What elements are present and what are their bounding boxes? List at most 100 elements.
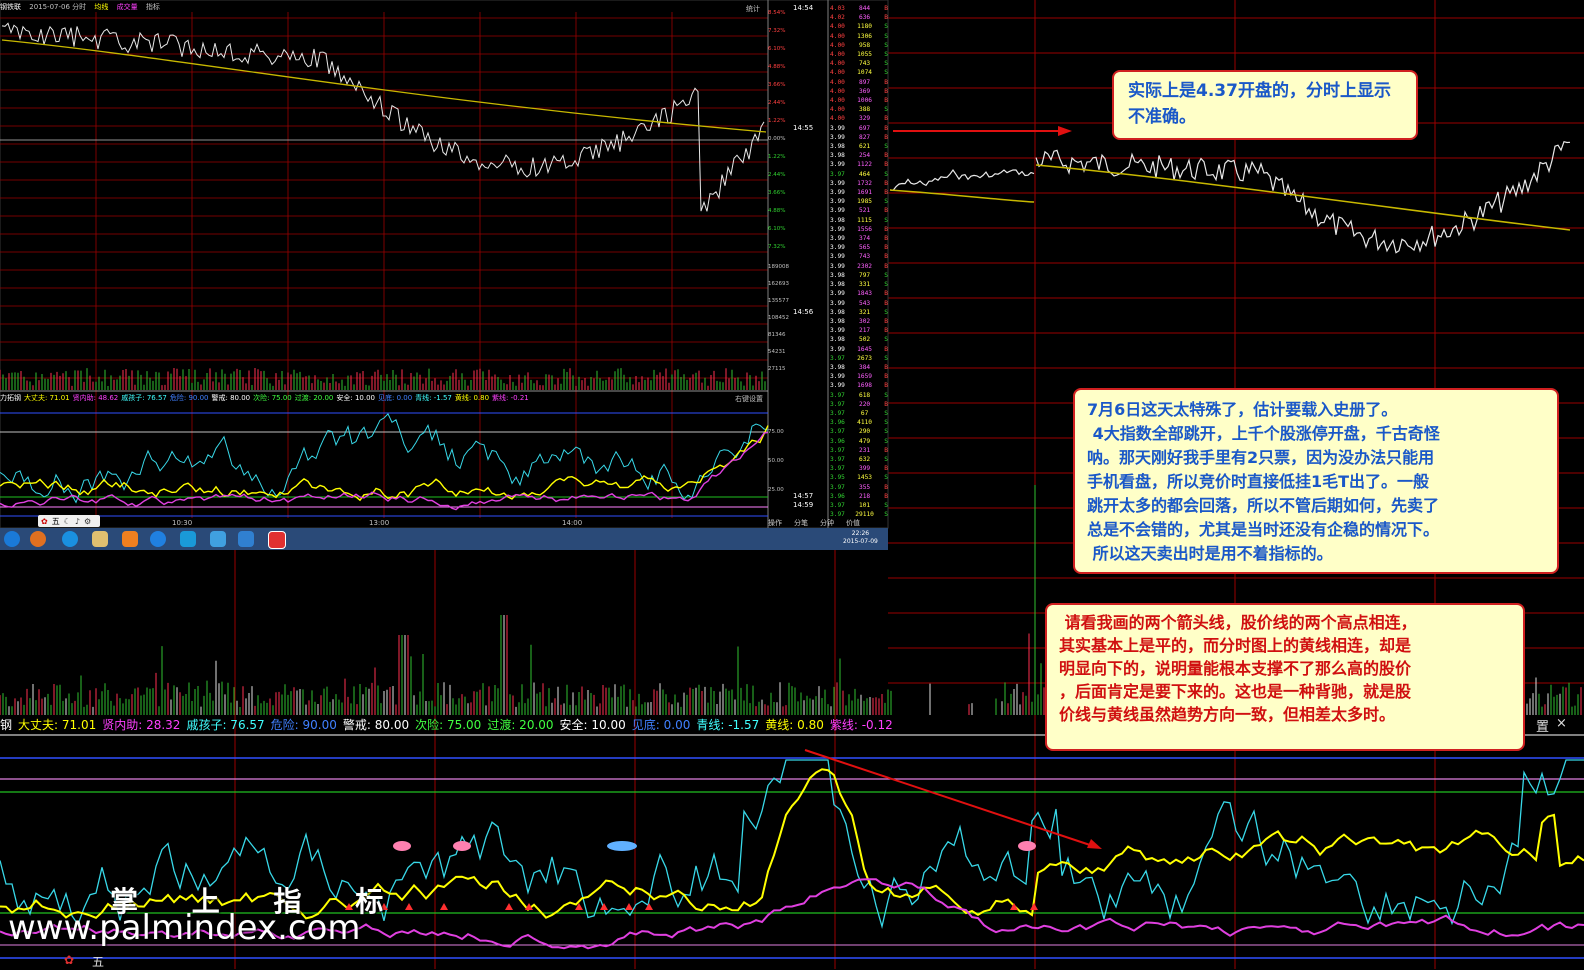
tick-side: B xyxy=(884,290,888,298)
tick-volume: 844 xyxy=(858,5,871,12)
tick-side: B xyxy=(884,115,888,123)
k-app-icon[interactable] xyxy=(62,531,78,547)
tick-volume: 231 xyxy=(858,446,871,454)
tick-row: 3.99 565 B xyxy=(830,243,888,252)
tick-side: S xyxy=(884,455,888,463)
small-stats-label[interactable]: 统计 xyxy=(746,4,760,14)
small-tab-avg[interactable]: 均线 xyxy=(94,3,108,11)
tick-volume: 479 xyxy=(858,437,871,445)
tick-row: 3.98 321 S xyxy=(830,308,888,317)
tick-row: 4.00 1074 S xyxy=(830,68,888,77)
tick-row: 3.99 827 B xyxy=(830,133,888,142)
tick-row: 3.99 1645 B xyxy=(830,345,888,354)
browser-icon[interactable] xyxy=(180,531,196,547)
tab-minute[interactable]: 分钟 xyxy=(820,518,834,528)
small-tab-volume[interactable]: 成交量 xyxy=(117,3,138,11)
small-tab-indicator[interactable]: 指标 xyxy=(146,3,160,11)
main-indicator-item: 大丈夫: 71.01 xyxy=(18,718,97,732)
tick-side: B xyxy=(884,262,888,270)
toolbar-label: 五 xyxy=(51,516,60,526)
tick-side: B xyxy=(884,446,888,454)
tick-volume: 388 xyxy=(858,106,871,114)
signal-blob-icon xyxy=(453,841,471,851)
media-player-icon[interactable] xyxy=(30,531,46,547)
tab-value[interactable]: 价值 xyxy=(846,518,860,528)
small-right-setting[interactable]: 右键设置 xyxy=(735,394,763,404)
tick-row: 3.99 697 B xyxy=(830,124,888,133)
tick-row: 3.98 302 B xyxy=(830,317,888,326)
small-indicator-item: 危险: 90.00 xyxy=(169,394,209,402)
sogou-icon[interactable] xyxy=(150,531,166,547)
volume-tick: 54231 xyxy=(768,349,786,355)
tick-price: 3.98 xyxy=(830,336,845,344)
tick-price: 3.99 xyxy=(830,235,845,243)
tick-volume: 321 xyxy=(858,308,871,316)
tick-row: 3.98 797 S xyxy=(830,271,888,280)
moon-icon[interactable]: ☾ xyxy=(64,517,71,526)
percent-tick: 7.32% xyxy=(768,244,786,250)
tick-side: S xyxy=(884,409,888,417)
mic-icon[interactable]: ♪ xyxy=(75,517,80,526)
gear-icon[interactable]: ⚙ xyxy=(84,517,91,526)
small-window-header: 钢铁联 2015-07-06 分时 均线 成交量 指标 xyxy=(0,2,166,14)
tick-volume: 254 xyxy=(858,152,871,160)
tick-volume: 220 xyxy=(858,400,871,408)
tick-volume: 369 xyxy=(858,87,871,95)
annotation-line: 跳开太多的都会回落，所以不管后期如何，先卖了 xyxy=(1087,496,1440,515)
tick-side: S xyxy=(884,216,888,224)
tick-volume: 543 xyxy=(858,299,871,307)
tick-price: 3.96 xyxy=(830,419,845,427)
tick-time-label: 14:54 xyxy=(793,4,814,12)
small-floating-toolbar[interactable]: ✿ 五 ☾ ♪ ⚙ xyxy=(38,515,100,527)
tick-volume: 1180 xyxy=(857,23,873,31)
annotation-line: 其实基本上是平的，而分时图上的黄线相连，却是 xyxy=(1059,636,1412,655)
clock-time: 22:26 xyxy=(851,530,870,537)
percent-tick: 2.44% xyxy=(768,172,786,178)
small-indicator-item: 次险: 75.00 xyxy=(253,394,292,402)
folder-icon[interactable] xyxy=(92,531,108,547)
stock-app-icon[interactable] xyxy=(268,531,286,549)
compass-icon[interactable] xyxy=(238,531,254,547)
annotation-divergence: 请看我画的两个箭头线，股价线的两个高点相连， 其实基本上是平的，而分时图上的黄线相… xyxy=(1045,603,1525,751)
ie-icon[interactable] xyxy=(4,531,20,547)
stamp-icon-bottom[interactable]: ✿ xyxy=(64,953,74,967)
tick-price: 4.00 xyxy=(830,23,845,31)
tick-price: 3.98 xyxy=(830,363,845,371)
percent-tick: 7.32% xyxy=(768,28,786,34)
tab-ticks[interactable]: 分笔 xyxy=(794,518,808,528)
percent-tick: 3.66% xyxy=(768,82,786,88)
tick-price: 3.96 xyxy=(830,492,845,500)
buy-arrow-icon xyxy=(1030,903,1038,910)
tick-price: 4.03 xyxy=(830,5,845,12)
tick-volume: 797 xyxy=(858,271,871,279)
small-stock-name: 钢铁联 xyxy=(0,3,21,11)
stamp-icon[interactable]: ✿ xyxy=(41,517,48,526)
tick-side: B xyxy=(884,317,888,325)
main-corner-label[interactable]: 置 xyxy=(1536,716,1549,735)
tick-price: 3.97 xyxy=(830,428,845,436)
tick-volume: 355 xyxy=(858,483,871,491)
main-indicator-item: 次险: 75.00 xyxy=(415,718,482,732)
tick-price: 3.98 xyxy=(830,143,845,151)
volume-tick: 189008 xyxy=(768,264,789,270)
tick-volume: 618 xyxy=(858,391,871,399)
tick-volume: 464 xyxy=(858,170,871,178)
percent-tick: 0.00% xyxy=(768,136,786,142)
tick-volume: 743 xyxy=(858,253,871,261)
tick-price: 3.98 xyxy=(830,271,845,279)
tick-side: B xyxy=(884,225,888,233)
signal-blob-icon xyxy=(393,841,411,851)
percent-tick: 8.54% xyxy=(768,10,786,16)
annotation-line: 总是不会错的，尤其是当时还没有企稳的情况下。 xyxy=(1087,520,1440,539)
cloud-icon[interactable] xyxy=(210,531,226,547)
tick-side: B xyxy=(884,78,888,86)
tick-side: B xyxy=(884,161,888,169)
app-icon[interactable] xyxy=(122,531,138,547)
tab-operate[interactable]: 操作 xyxy=(768,518,782,528)
tick-price: 3.99 xyxy=(830,124,845,132)
tick-row: 3.99 1698 B xyxy=(830,381,888,390)
tick-price: 3.95 xyxy=(830,474,845,482)
main-close-icon[interactable]: × xyxy=(1556,716,1567,731)
tick-volume: 1306 xyxy=(857,32,873,40)
signal-blob-icon xyxy=(607,841,637,851)
